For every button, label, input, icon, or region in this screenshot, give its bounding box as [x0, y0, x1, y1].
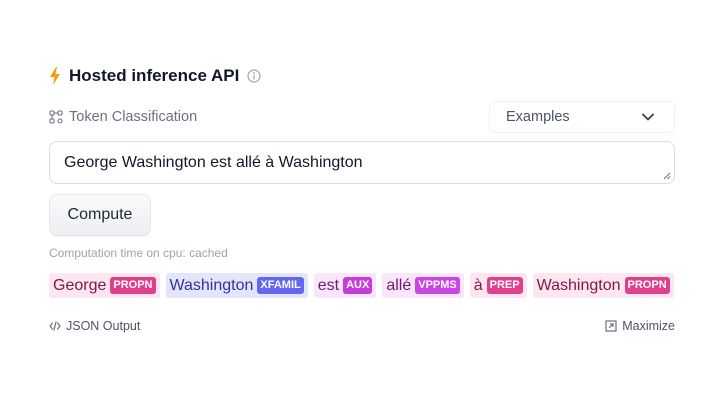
token-entity: Washington XFAMIL — [165, 273, 308, 298]
token-word: Washington — [169, 276, 254, 294]
maximize-label: Maximize — [622, 319, 675, 333]
token-word: à — [473, 276, 483, 294]
resize-handle-icon[interactable] — [663, 172, 671, 180]
widget-header: Hosted inference API — [49, 62, 675, 90]
widget-footer: JSON Output Maximize — [49, 319, 675, 333]
token-classification-icon — [49, 110, 63, 124]
token-word: est — [317, 276, 340, 294]
token-label-badge: PREP — [486, 277, 523, 294]
token-label-badge: PROPN — [110, 277, 156, 294]
token-label-badge: AUX — [343, 277, 373, 294]
lightning-icon — [49, 67, 61, 85]
token-word: allé — [386, 276, 412, 294]
examples-label: Examples — [506, 109, 570, 125]
inference-widget: Hosted inference API Token Classificatio… — [49, 62, 675, 333]
token-entity: est AUX — [313, 273, 377, 298]
json-output-label: JSON Output — [66, 319, 141, 333]
token-output: George PROPN Washington XFAMIL est AUX allé VPP… — [49, 273, 675, 298]
maximize-icon — [605, 320, 617, 332]
text-input[interactable]: George Washington est allé à Washington — [49, 141, 675, 184]
task-type: Token Classification — [49, 109, 197, 125]
token-entity: à PREP — [469, 273, 527, 298]
token-word: Washington — [536, 276, 621, 294]
code-icon — [49, 320, 61, 332]
computation-time: Computation time on cpu: cached — [49, 246, 228, 260]
token-entity: Washington PROPN — [532, 273, 674, 298]
json-output-button[interactable]: JSON Output — [49, 319, 140, 333]
token-entity: allé VPPMS — [382, 273, 464, 298]
token-label-badge: XFAMIL — [257, 277, 304, 294]
task-label: Token Classification — [69, 109, 198, 125]
token-entity: George PROPN — [49, 273, 160, 298]
chevron-down-icon — [642, 113, 654, 121]
compute-button[interactable]: Compute — [49, 194, 151, 236]
token-label-badge: VPPMS — [415, 277, 460, 294]
text-input-value: George Washington est allé à Washington — [64, 154, 363, 171]
maximize-button[interactable]: Maximize — [605, 319, 675, 333]
token-word: George — [53, 276, 107, 294]
info-icon[interactable] — [247, 69, 261, 83]
task-row: Token Classification Examples — [49, 101, 675, 133]
examples-dropdown[interactable]: Examples — [489, 101, 675, 133]
widget-title: Hosted inference API — [69, 66, 240, 85]
token-label-badge: PROPN — [624, 277, 670, 294]
